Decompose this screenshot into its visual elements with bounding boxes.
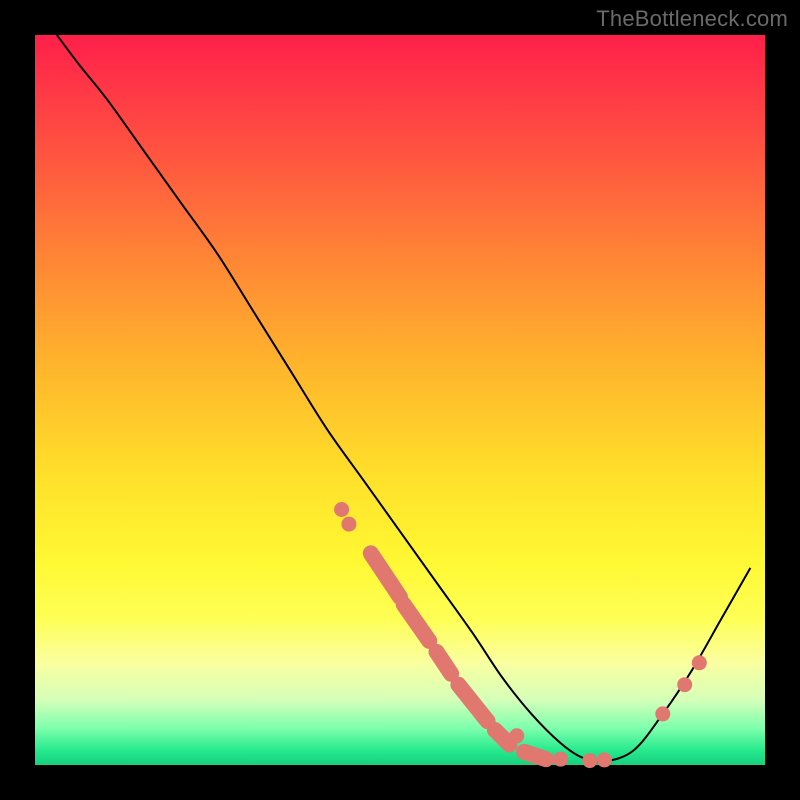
curve-marker-pill bbox=[495, 730, 510, 745]
curve-marker-dot bbox=[509, 728, 524, 743]
curve-marker-dot bbox=[692, 655, 707, 670]
curve-marker-pill bbox=[371, 553, 400, 597]
curve-marker-pill bbox=[437, 652, 452, 674]
curve-marker-dot bbox=[597, 752, 612, 767]
chart-area bbox=[35, 35, 765, 765]
curve-marker-dot bbox=[341, 517, 356, 532]
marker-dots bbox=[334, 502, 707, 768]
curve-marker-pill bbox=[404, 604, 430, 641]
curve-marker-dot bbox=[334, 502, 349, 517]
curve-marker-dot bbox=[553, 752, 568, 767]
marker-pills bbox=[371, 553, 546, 759]
plot-svg bbox=[35, 35, 765, 765]
curve-marker-pill bbox=[458, 685, 487, 722]
curve-marker-pill bbox=[524, 752, 546, 759]
watermark-text: TheBottleneck.com bbox=[596, 6, 788, 32]
curve-marker-dot bbox=[582, 753, 597, 768]
bottleneck-curve bbox=[57, 35, 751, 762]
curve-marker-dot bbox=[677, 677, 692, 692]
curve-marker-dot bbox=[655, 706, 670, 721]
